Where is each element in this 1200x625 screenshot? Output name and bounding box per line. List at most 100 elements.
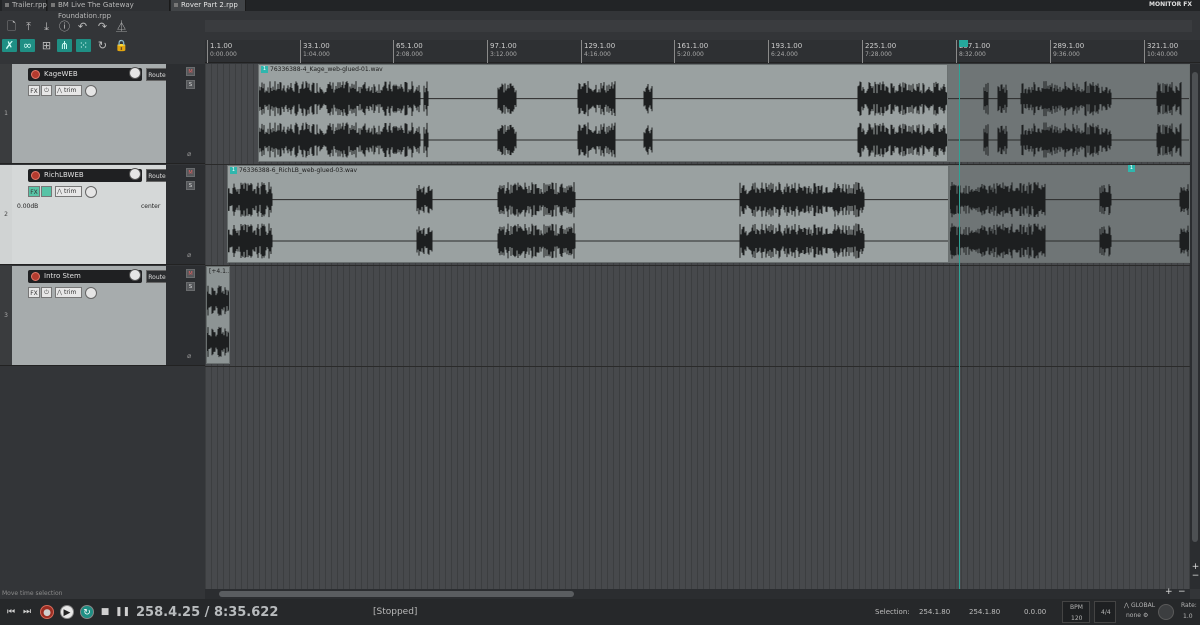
scroll-thumb[interactable]: [1192, 72, 1198, 542]
record-button[interactable]: ●: [40, 605, 54, 619]
track-name[interactable]: RichLBWEB: [28, 169, 142, 182]
project-tab-bar: Trailer.rpp BM Live The Gateway Foundati…: [0, 0, 1200, 20]
snap-icon[interactable]: ⋔: [57, 39, 72, 52]
solo-button[interactable]: S: [186, 181, 195, 190]
trim-envelope-button[interactable]: trim: [55, 186, 82, 197]
track-number[interactable]: 2: [0, 165, 12, 265]
project-tab-bm-live[interactable]: BM Live The Gateway Foundation.rpp: [48, 0, 170, 20]
undo-icon[interactable]: ↶: [75, 20, 90, 33]
fx-button[interactable]: FX: [28, 85, 40, 96]
io-icon[interactable]: ⏻: [41, 85, 52, 96]
record-arm-button[interactable]: [31, 272, 40, 281]
phase-invert-icon[interactable]: ⌀: [187, 150, 191, 158]
media-item[interactable]: [947, 64, 1190, 162]
media-item[interactable]: 1 76336388-4_Kage_web-glued-01.wav: [258, 64, 995, 162]
playrate-knob[interactable]: [1158, 604, 1174, 620]
go-to-end-icon[interactable]: ⏭: [20, 605, 34, 619]
new-project-icon[interactable]: 🗋: [4, 20, 19, 33]
lock-icon[interactable]: 🔒: [114, 39, 129, 52]
mute-button[interactable]: M: [186, 269, 195, 278]
timeline-ruler[interactable]: 1.1.00 0:00.000 33.1.00 1:04.000 65.1.00 2:…: [205, 40, 1200, 63]
loop-icon[interactable]: ↻: [95, 39, 110, 52]
volume-knob[interactable]: [129, 168, 141, 180]
selection-end[interactable]: 254.1.80: [969, 608, 1000, 616]
h-zoom-in-icon[interactable]: +: [1165, 587, 1173, 597]
track-number[interactable]: 3: [0, 266, 12, 366]
trim-envelope-button[interactable]: trim: [55, 85, 82, 96]
pan-knob[interactable]: [85, 85, 97, 97]
phase-invert-icon[interactable]: ⌀: [187, 251, 191, 259]
rate-label: Rate:: [1181, 602, 1197, 609]
redo-icon[interactable]: ↷: [95, 20, 110, 33]
io-icon[interactable]: ⏻: [41, 287, 52, 298]
fx-button[interactable]: FX: [28, 186, 40, 197]
selection-length[interactable]: 0.0.00: [1024, 608, 1046, 616]
track-panel-richlbweb[interactable]: RichLBWEB Route FX trim 0.00dB center: [12, 165, 168, 265]
metronome-icon[interactable]: ⏅: [114, 20, 129, 33]
route-button[interactable]: Route: [146, 68, 168, 81]
item-take-badge: 1: [261, 66, 268, 73]
phase-invert-icon[interactable]: ⌀: [187, 352, 191, 360]
save-project-icon[interactable]: ⤓: [39, 20, 54, 33]
solo-button[interactable]: S: [186, 282, 195, 291]
bpm-label: BPM: [1070, 604, 1083, 611]
arrange-view[interactable]: 1 76336388-4_Kage_web-glued-01.wav 1 76336…: [205, 64, 1190, 589]
volume-knob[interactable]: [129, 269, 141, 281]
fx-button[interactable]: FX: [28, 287, 40, 298]
time-signature-box[interactable]: 4/4: [1094, 601, 1116, 623]
track-name[interactable]: Intro Stem: [28, 270, 142, 283]
volume-knob[interactable]: [129, 67, 141, 79]
ruler-mark: 193.1.00 6:24.000: [768, 40, 802, 63]
grid-lines-icon[interactable]: ⁙: [76, 39, 91, 52]
project-tab-rover-part-2[interactable]: Rover Part 2.rpp: [171, 0, 246, 11]
ruler-mark: 289.1.00 9:36.000: [1050, 40, 1084, 63]
pan-knob[interactable]: [85, 287, 97, 299]
vertical-scrollbar[interactable]: [1190, 64, 1200, 589]
h-zoom-out-icon[interactable]: −: [1178, 587, 1186, 597]
global-automation-value[interactable]: none: [1126, 612, 1141, 619]
selection-start[interactable]: 254.1.80: [919, 608, 950, 616]
go-to-start-icon[interactable]: ⏮: [4, 605, 18, 619]
stop-button[interactable]: ■: [98, 605, 112, 619]
track-panel-kageweb[interactable]: KageWEB Route FX ⏻ trim: [12, 64, 168, 164]
bpm-box[interactable]: BPM 120: [1062, 601, 1090, 623]
record-arm-button[interactable]: [31, 70, 40, 79]
playhead-marker[interactable]: [959, 40, 968, 47]
record-arm-button[interactable]: [31, 171, 40, 180]
waveform: [259, 81, 994, 158]
monitor-fx-button[interactable]: MONITOR FX: [1149, 1, 1192, 8]
media-item[interactable]: [949, 165, 1190, 263]
scroll-thumb[interactable]: [219, 591, 574, 597]
play-button[interactable]: ▶: [60, 605, 74, 619]
pause-button[interactable]: ❚❚: [115, 605, 130, 619]
media-item[interactable]: 1 76336388-6_RichLB_web-glued-03.wav: [227, 165, 949, 263]
mute-button[interactable]: M: [186, 67, 195, 76]
media-item[interactable]: [+4.1...: [206, 266, 230, 364]
open-project-icon[interactable]: ⤒: [21, 20, 36, 33]
solo-button[interactable]: S: [186, 80, 195, 89]
trim-envelope-button[interactable]: trim: [55, 287, 82, 298]
track-panel-intro-stem[interactable]: Intro Stem Route FX ⏻ trim: [12, 266, 168, 366]
link-icon[interactable]: ∞: [20, 39, 35, 52]
mute-button[interactable]: M: [186, 168, 195, 177]
route-button[interactable]: Route: [146, 169, 168, 182]
gear-icon[interactable]: ⚙: [1143, 612, 1148, 619]
ripple-edit-icon[interactable]: ✗: [2, 39, 17, 52]
track-lane[interactable]: [205, 266, 1190, 367]
repeat-button[interactable]: ↻: [80, 605, 94, 619]
track-name[interactable]: KageWEB: [28, 68, 142, 81]
rate-value: 1.0: [1183, 613, 1193, 620]
item-label: [+4.1...: [209, 268, 230, 275]
project-tab-trailer[interactable]: Trailer.rpp: [2, 0, 47, 11]
pan-knob[interactable]: [85, 186, 97, 198]
zoom-out-icon[interactable]: −: [1191, 571, 1200, 581]
fx-bypass-icon[interactable]: [41, 186, 52, 197]
position-display: 258.4.25 / 8:35.622: [136, 605, 279, 620]
project-settings-icon[interactable]: ⓘ: [57, 20, 72, 33]
route-button[interactable]: Route: [146, 270, 168, 283]
track-mute-solo-column: M S ⌀: [166, 165, 205, 265]
horizontal-scrollbar[interactable]: [205, 589, 1190, 599]
grid-icon[interactable]: ⊞: [39, 39, 54, 52]
waveform: [207, 285, 229, 358]
track-number[interactable]: 1: [0, 64, 12, 164]
